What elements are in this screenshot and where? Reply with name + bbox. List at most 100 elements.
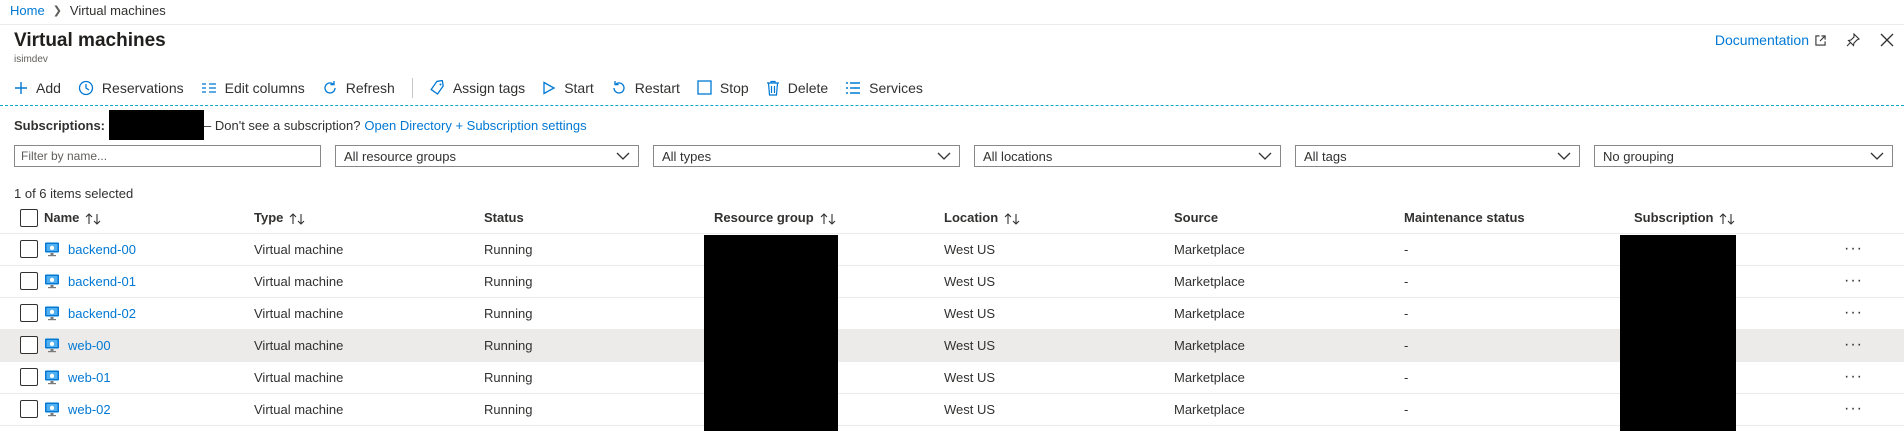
subscriptions-label: Subscriptions: <box>14 117 106 133</box>
delete-button[interactable]: Delete <box>766 80 828 96</box>
column-subscription-label: Subscription <box>1634 210 1714 226</box>
grouping-dropdown[interactable]: No grouping <box>1594 145 1893 167</box>
command-bar: Add Reservations Edit columns Refresh As… <box>0 70 1904 106</box>
more-options-icon[interactable]: ··· <box>1844 368 1863 385</box>
more-options-icon[interactable]: ··· <box>1844 272 1863 289</box>
table-row[interactable]: backend-02 Virtual machine Running West … <box>0 297 1904 330</box>
services-label: Services <box>869 79 923 96</box>
breadcrumb-home-link[interactable]: Home <box>10 3 45 18</box>
resource-groups-value: All resource groups <box>344 148 456 164</box>
locations-value: All locations <box>983 148 1053 164</box>
vm-maintenance-status: - <box>1404 265 1634 298</box>
subscription-question: – Don't see a subscription? <box>204 117 361 133</box>
external-link-icon <box>1815 34 1826 46</box>
column-header-type[interactable]: Type <box>254 203 484 234</box>
column-header-subscription[interactable]: Subscription <box>1634 203 1844 234</box>
vm-type: Virtual machine <box>254 361 484 394</box>
refresh-button[interactable]: Refresh <box>322 80 395 96</box>
column-resource-group-label: Resource group <box>714 210 814 226</box>
sort-icon <box>820 213 836 225</box>
vm-name-cell: web-02 <box>44 401 254 417</box>
table-row[interactable]: backend-01 Virtual machine Running West … <box>0 265 1904 298</box>
columns-icon <box>201 82 216 93</box>
reservations-button[interactable]: Reservations <box>78 80 184 96</box>
redacted-resource-group <box>704 235 838 431</box>
filter-by-name-input[interactable] <box>14 145 321 167</box>
trash-icon <box>766 80 779 96</box>
vm-status: Running <box>484 233 714 266</box>
types-value: All types <box>662 148 712 164</box>
vm-name-link[interactable]: backend-00 <box>68 242 136 257</box>
select-all-checkbox[interactable] <box>20 208 38 227</box>
row-checkbox[interactable] <box>20 272 38 290</box>
row-checkbox[interactable] <box>20 304 38 322</box>
column-header-resource-group[interactable]: Resource group <box>714 203 944 234</box>
table-row[interactable]: web-02 Virtual machine Running West US M… <box>0 393 1904 426</box>
tags-dropdown[interactable]: All tags <box>1295 145 1580 167</box>
virtual-machine-icon <box>45 306 59 321</box>
column-maintenance-label: Maintenance status <box>1404 210 1525 226</box>
assign-tags-button[interactable]: Assign tags <box>429 79 525 96</box>
column-source-label: Source <box>1174 210 1219 226</box>
row-checkbox[interactable] <box>20 368 38 386</box>
resource-groups-dropdown[interactable]: All resource groups <box>335 145 639 167</box>
tags-value: All tags <box>1304 148 1347 164</box>
start-label: Start <box>564 79 594 96</box>
documentation-link[interactable]: Documentation <box>1715 32 1826 48</box>
vm-name-link[interactable]: web-00 <box>68 338 111 353</box>
more-options-icon[interactable]: ··· <box>1844 336 1863 353</box>
column-header-source: Source <box>1174 203 1404 234</box>
play-icon <box>543 80 556 95</box>
add-button[interactable]: Add <box>14 80 61 96</box>
more-options-icon[interactable]: ··· <box>1844 400 1863 417</box>
chevron-down-icon <box>1870 152 1884 160</box>
tag-icon <box>430 79 444 95</box>
edit-columns-button[interactable]: Edit columns <box>201 80 305 96</box>
table-row[interactable]: backend-00 Virtual machine Running West … <box>0 233 1904 266</box>
start-button[interactable]: Start <box>542 80 594 96</box>
vm-source: Marketplace <box>1174 361 1404 394</box>
column-header-location[interactable]: Location <box>944 203 1174 234</box>
vm-location: West US <box>944 329 1174 362</box>
more-options-icon[interactable]: ··· <box>1844 304 1863 321</box>
table-header-row: Name Type Status Resource group Location… <box>0 203 1904 234</box>
table-row[interactable]: web-00 Virtual machine Running West US M… <box>0 329 1904 362</box>
restart-button[interactable]: Restart <box>611 80 680 96</box>
vm-name-link[interactable]: backend-01 <box>68 274 136 289</box>
vm-status: Running <box>484 297 714 330</box>
column-header-maintenance: Maintenance status <box>1404 203 1634 234</box>
row-checkbox[interactable] <box>20 400 38 418</box>
breadcrumb-current: Virtual machines <box>69 3 166 18</box>
vm-location: West US <box>944 297 1174 330</box>
grouping-value: No grouping <box>1603 148 1674 164</box>
documentation-label: Documentation <box>1714 32 1809 48</box>
vm-source: Marketplace <box>1174 393 1404 426</box>
vm-type: Virtual machine <box>254 297 484 330</box>
virtual-machine-icon <box>45 370 59 385</box>
vm-name-cell: web-00 <box>44 337 254 353</box>
delete-label: Delete <box>787 79 829 96</box>
services-button[interactable]: Services <box>845 80 923 96</box>
stop-button[interactable]: Stop <box>697 80 749 96</box>
row-checkbox[interactable] <box>20 240 38 258</box>
vm-name-cell: backend-00 <box>44 241 254 257</box>
vm-name-link[interactable]: web-01 <box>68 370 111 385</box>
close-icon[interactable] <box>1880 33 1894 47</box>
header-actions: Documentation <box>1715 32 1894 48</box>
column-header-name[interactable]: Name <box>44 203 254 234</box>
directory-settings-link[interactable]: Open Directory + Subscription settings <box>364 118 586 133</box>
locations-dropdown[interactable]: All locations <box>974 145 1281 167</box>
row-checkbox[interactable] <box>20 336 38 354</box>
types-dropdown[interactable]: All types <box>653 145 960 167</box>
page-title: Virtual machines <box>14 30 166 51</box>
vm-type: Virtual machine <box>254 233 484 266</box>
vm-name-link[interactable]: backend-02 <box>68 306 136 321</box>
vm-name-link[interactable]: web-02 <box>68 402 111 417</box>
more-options-icon[interactable]: ··· <box>1844 240 1863 257</box>
vm-type: Virtual machine <box>254 329 484 362</box>
reservations-label: Reservations <box>101 79 184 96</box>
table-row[interactable]: web-01 Virtual machine Running West US M… <box>0 361 1904 394</box>
vm-source: Marketplace <box>1174 329 1404 362</box>
virtual-machine-icon <box>45 274 59 289</box>
pin-icon[interactable] <box>1846 33 1860 47</box>
